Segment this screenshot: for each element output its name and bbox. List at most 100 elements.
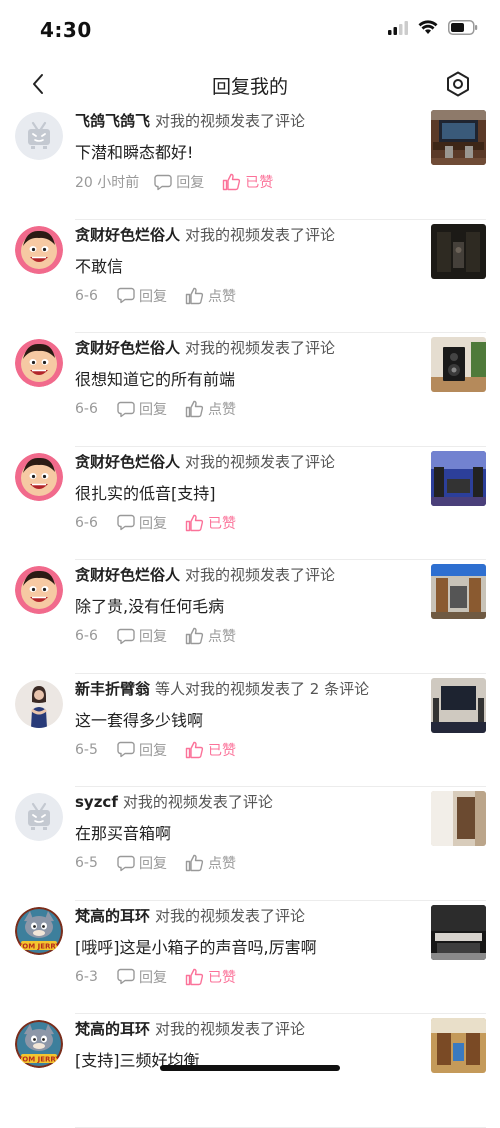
video-thumbnail[interactable]: [431, 564, 486, 619]
reply-item[interactable]: TOM JERRY 梵高的耳环 对我的视频发表了评论 [哦呼]这是小箱子的声音吗,…: [0, 901, 500, 1014]
like-button[interactable]: 点赞: [185, 853, 236, 873]
reply-button[interactable]: 回复: [117, 626, 167, 646]
comment-icon: [117, 855, 135, 871]
username[interactable]: 贪财好色烂俗人: [75, 453, 180, 471]
nav-bar: 回复我的: [0, 58, 500, 110]
gear-icon: [447, 71, 469, 97]
avatar[interactable]: TOM JERRY: [15, 1020, 63, 1068]
comment-text[interactable]: 很扎实的低音[支持]: [75, 480, 216, 504]
like-button[interactable]: 已赞: [185, 513, 236, 533]
reply-item[interactable]: 新丰折臂翁 等人对我的视频发表了 2 条评论 这一套得多少钱啊 6-5 回复 已赞: [0, 674, 500, 787]
avatar[interactable]: [15, 339, 63, 387]
reply-item[interactable]: 飞鸽飞鸽飞 对我的视频发表了评论 下潜和瞬态都好! 20 小时前 回复 已赞: [0, 106, 500, 220]
avatar[interactable]: [15, 452, 63, 501]
reply-button-label: 回复: [139, 742, 167, 759]
avatar[interactable]: [15, 793, 63, 841]
thumbs-up-icon: [185, 968, 204, 985]
reply-meta: 6-5 回复 点赞: [75, 853, 236, 873]
reply-meta: 6-3 回复 已赞: [75, 967, 236, 987]
reply-action: 对我的视频发表了评论: [185, 452, 336, 471]
reply-item[interactable]: 贪财好色烂俗人 对我的视频发表了评论 除了贵,没有任何毛病 6-6 回复 点赞: [0, 560, 500, 674]
comment-text[interactable]: [哦呼]这是小箱子的声音吗,厉害啊: [75, 934, 317, 958]
reply-button-label: 回复: [139, 629, 167, 645]
avatar[interactable]: TOM JERRY: [15, 906, 63, 955]
like-button[interactable]: 点赞: [185, 286, 236, 306]
reply-action: 对我的视频发表了评论: [122, 793, 273, 811]
reply-time: 6-5: [75, 855, 98, 871]
comment-text[interactable]: 除了贵,没有任何毛病: [75, 593, 224, 617]
reply-time: 6-6: [75, 628, 98, 644]
comment-icon: [117, 968, 135, 985]
status-time: 4:30: [40, 18, 92, 42]
username[interactable]: syzcf: [75, 793, 118, 811]
like-button-label: 点赞: [208, 288, 236, 305]
reply-time: 20 小时前: [75, 175, 140, 191]
home-indicator: [160, 1065, 340, 1071]
like-button-label: 已赞: [245, 175, 274, 191]
video-thumbnail[interactable]: [431, 904, 486, 960]
comment-icon: [117, 628, 135, 644]
comment-text[interactable]: 这一套得多少钱啊: [75, 707, 203, 731]
video-thumbnail[interactable]: [431, 1018, 486, 1073]
reply-item[interactable]: 贪财好色烂俗人 对我的视频发表了评论 不敢信 6-6 回复 点赞: [0, 220, 500, 333]
reply-button[interactable]: 回复: [117, 399, 167, 419]
reply-button[interactable]: 回复: [117, 513, 167, 533]
like-button-label: 点赞: [208, 402, 236, 418]
username[interactable]: 飞鸽飞鸽飞: [75, 112, 150, 130]
username[interactable]: 梵高的耳环: [75, 907, 150, 925]
reply-header: 贪财好色烂俗人 对我的视频发表了评论: [75, 451, 335, 472]
reply-button[interactable]: 回复: [154, 172, 204, 192]
reply-button[interactable]: 回复: [117, 967, 167, 987]
avatar[interactable]: [15, 679, 63, 728]
avatar[interactable]: [15, 225, 63, 274]
like-button[interactable]: 已赞: [222, 172, 273, 192]
video-thumbnail[interactable]: [431, 450, 486, 506]
reply-action: 对我的视频发表了评论: [185, 225, 336, 244]
like-button-label: 已赞: [208, 742, 236, 759]
reply-button[interactable]: 回复: [117, 286, 167, 306]
video-thumbnail[interactable]: [431, 337, 486, 392]
reply-item[interactable]: 贪财好色烂俗人 对我的视频发表了评论 很想知道它的所有前端 6-6 回复 点赞: [0, 333, 500, 447]
like-button[interactable]: 已赞: [185, 967, 236, 987]
like-button[interactable]: 点赞: [185, 626, 236, 646]
reply-time: 6-6: [75, 514, 98, 531]
video-thumbnail[interactable]: [431, 677, 486, 733]
thumbs-up-icon: [185, 287, 204, 304]
battery-icon: [448, 20, 478, 35]
like-button[interactable]: 已赞: [185, 740, 236, 760]
reply-item[interactable]: 贪财好色烂俗人 对我的视频发表了评论 很扎实的低音[支持] 6-6 回复 已赞: [0, 447, 500, 560]
like-button-label: 点赞: [208, 856, 236, 872]
status-bar: 4:30: [0, 0, 500, 58]
video-thumbnail[interactable]: [431, 223, 486, 279]
settings-button[interactable]: [444, 70, 472, 98]
page-title: 回复我的: [211, 76, 288, 98]
thumbs-up-icon: [185, 741, 204, 758]
comment-text[interactable]: 在那买音箱啊: [75, 820, 171, 844]
comment-text[interactable]: 下潜和瞬态都好!: [75, 139, 193, 163]
reply-header: 梵高的耳环 对我的视频发表了评论: [75, 1018, 305, 1039]
video-thumbnail[interactable]: [431, 110, 486, 165]
username[interactable]: 贪财好色烂俗人: [75, 226, 180, 244]
video-thumbnail[interactable]: [431, 791, 486, 846]
reply-action: 等人对我的视频发表了 2 条评论: [155, 679, 370, 698]
reply-button[interactable]: 回复: [117, 853, 167, 873]
thumbs-up-icon: [185, 514, 204, 531]
reply-item[interactable]: syzcf 对我的视频发表了评论 在那买音箱啊 6-5 回复 点赞: [0, 787, 500, 901]
avatar[interactable]: [15, 566, 63, 614]
reply-button-label: 回复: [176, 175, 205, 191]
reply-meta: 20 小时前 回复 已赞: [75, 172, 273, 192]
username[interactable]: 新丰折臂翁: [75, 680, 150, 698]
signal-icon: [388, 20, 408, 35]
like-button-label: 已赞: [208, 969, 236, 986]
username[interactable]: 贪财好色烂俗人: [75, 339, 180, 357]
reply-action: 对我的视频发表了评论: [155, 112, 306, 130]
avatar[interactable]: [15, 112, 63, 160]
username[interactable]: 梵高的耳环: [75, 1020, 150, 1038]
comment-text[interactable]: 很想知道它的所有前端: [75, 366, 235, 390]
like-button[interactable]: 点赞: [185, 399, 236, 419]
username[interactable]: 贪财好色烂俗人: [75, 566, 180, 584]
reply-button[interactable]: 回复: [117, 740, 167, 760]
comment-text[interactable]: 不敢信: [75, 253, 123, 277]
status-icons: [388, 20, 478, 35]
reply-button-label: 回复: [139, 402, 167, 418]
